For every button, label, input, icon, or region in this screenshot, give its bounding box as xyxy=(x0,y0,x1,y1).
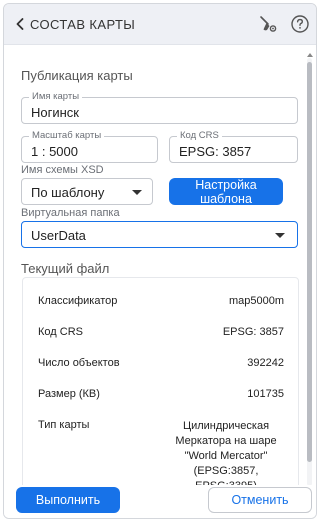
map-scale-label: Масштаб карты xyxy=(29,130,105,142)
brush-settings-icon[interactable] xyxy=(258,14,278,34)
map-type-key: Тип карты xyxy=(38,419,90,431)
map-scale-field[interactable]: Масштаб карты 1 : 5000 xyxy=(21,130,158,163)
virtual-folder-label: Виртуальная папка xyxy=(21,207,120,219)
help-circle-icon[interactable] xyxy=(290,14,310,34)
panel-footer: Выполнить Отменить xyxy=(4,485,316,518)
xsd-schema-value: По шаблону xyxy=(31,185,105,200)
current-file-card: Классификатор map5000m Код CRS EPSG: 385… xyxy=(22,277,299,492)
info-value: 101735 xyxy=(247,388,284,400)
publication-section-title: Публикация карты xyxy=(21,68,133,83)
vertical-scrollbar[interactable] xyxy=(307,53,313,490)
info-value: map5000m xyxy=(228,295,284,307)
crs-code-value: EPSG: 3857 xyxy=(179,144,252,159)
xsd-schema-label: Имя схемы XSD xyxy=(21,164,104,176)
scrollbar-thumb[interactable] xyxy=(307,62,312,462)
info-value: EPSG: 3857 xyxy=(222,326,284,338)
map-type-line: Меркатора на шаре xyxy=(175,435,277,447)
virtual-folder-value: UserData xyxy=(31,228,86,243)
cancel-button[interactable]: Отменить xyxy=(208,487,312,513)
map-composition-panel: СОСТАВ КАРТЫ Публикация карты Имя карты … xyxy=(3,3,317,519)
execute-button[interactable]: Выполнить xyxy=(16,487,120,513)
current-file-section-title: Текущий файл xyxy=(21,261,110,276)
map-type-line: "World Mercator" xyxy=(184,450,268,462)
back-button[interactable]: СОСТАВ КАРТЫ xyxy=(16,15,135,33)
map-name-field[interactable]: Имя карты Ногинск xyxy=(21,91,298,124)
info-value: 392242 xyxy=(247,357,284,369)
crs-code-field[interactable]: Код CRS EPSG: 3857 xyxy=(169,130,298,163)
panel-body: Публикация карты Имя карты Ногинск Масшт… xyxy=(4,45,306,492)
chevron-left-icon xyxy=(16,18,24,30)
chevron-down-icon xyxy=(275,233,285,238)
map-scale-value: 1 : 5000 xyxy=(31,144,78,159)
map-type-value: Цилиндрическая Меркатора на шаре "World … xyxy=(164,419,288,494)
map-name-value: Ногинск xyxy=(31,105,79,120)
scroll-up-arrow-icon[interactable] xyxy=(307,53,313,57)
template-settings-button[interactable]: Настройка шаблона xyxy=(169,178,283,206)
virtual-folder-select[interactable]: UserData xyxy=(21,221,298,248)
info-key: Классификатор xyxy=(38,295,118,307)
crs-code-label: Код CRS xyxy=(177,130,222,142)
panel-title: СОСТАВ КАРТЫ xyxy=(30,16,136,32)
info-key: Число объектов xyxy=(38,357,120,369)
info-key: Размер (КВ) xyxy=(38,388,100,400)
xsd-schema-select[interactable]: По шаблону xyxy=(21,178,153,205)
map-type-line: Цилиндрическая xyxy=(182,420,270,432)
chevron-down-icon xyxy=(132,190,142,195)
panel-header: СОСТАВ КАРТЫ xyxy=(4,4,316,45)
info-key: Код CRS xyxy=(38,326,83,338)
map-name-label: Имя карты xyxy=(29,91,83,103)
